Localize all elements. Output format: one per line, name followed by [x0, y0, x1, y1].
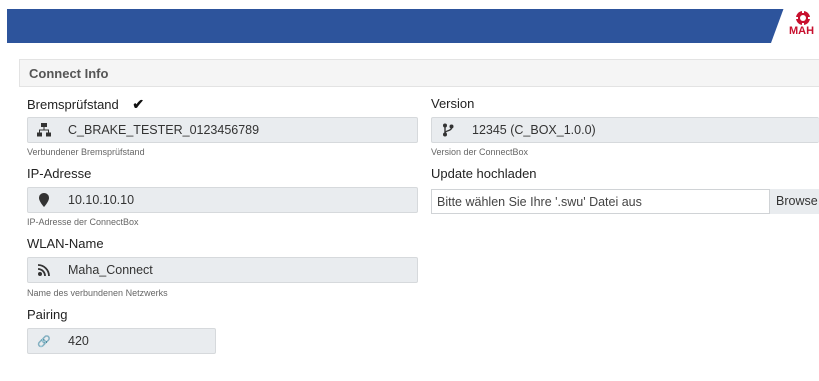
brand-text: MAH: [789, 25, 815, 37]
location-pin-icon: [28, 188, 60, 212]
version-label: Version: [431, 96, 475, 111]
update-file-input[interactable]: Bitte wählen Sie Ihre '.swu' Datei aus B…: [431, 189, 819, 214]
link-icon: 🔗: [37, 335, 51, 348]
wlan-value: Maha_Connect: [68, 263, 153, 277]
brand-logo[interactable]: MAH: [771, 9, 819, 43]
panel-header: Connect Info: [19, 59, 819, 87]
ip-value: 10.10.10.10: [68, 193, 135, 207]
browse-button[interactable]: Browse: [769, 189, 819, 214]
ip-label: IP-Adresse: [27, 166, 92, 181]
pairing-field: 🔗 420: [27, 328, 216, 354]
brake-tester-value: C_BRAKE_TESTER_0123456789: [68, 123, 260, 137]
gear-icon: [795, 10, 811, 26]
brake-tester-label-row: Bremsprüfstand ✔: [27, 96, 144, 113]
ip-help: IP-Adresse der ConnectBox: [27, 217, 139, 227]
brake-tester-label: Bremsprüfstand: [27, 97, 119, 112]
version-value: 12345 (C_BOX_1.0.0): [472, 123, 596, 137]
wlan-field: Maha_Connect: [27, 257, 418, 283]
git-branch-icon: [432, 118, 464, 142]
network-icon: [28, 118, 60, 142]
check-icon: ✔: [132, 96, 145, 112]
wlan-label: WLAN-Name: [27, 236, 104, 251]
version-field: 12345 (C_BOX_1.0.0): [431, 117, 819, 143]
ip-field: 10.10.10.10: [27, 187, 418, 213]
wifi-signal-icon: [28, 258, 60, 282]
top-bar: MAH: [7, 9, 819, 43]
pairing-label: Pairing: [27, 307, 68, 322]
pairing-value: 420: [68, 334, 89, 348]
wlan-help: Name des verbundenen Netzwerks: [27, 288, 168, 298]
brake-tester-help: Verbundener Bremsprüfstand: [27, 147, 145, 157]
panel-title: Connect Info: [29, 66, 109, 81]
update-file-placeholder: Bitte wählen Sie Ihre '.swu' Datei aus: [437, 195, 642, 209]
version-help: Version der ConnectBox: [431, 147, 529, 157]
update-label: Update hochladen: [431, 166, 537, 181]
brake-tester-field: C_BRAKE_TESTER_0123456789: [27, 117, 418, 143]
